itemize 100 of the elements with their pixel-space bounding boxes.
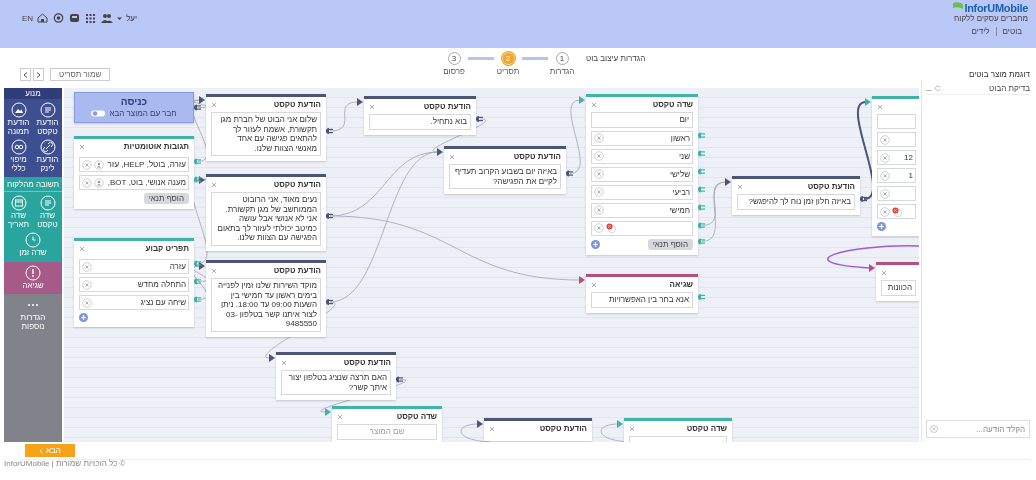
user-name[interactable]: יעל bbox=[126, 13, 138, 23]
input-arrow-icon[interactable] bbox=[269, 354, 275, 362]
alert-icon[interactable] bbox=[25, 264, 41, 281]
close-icon[interactable] bbox=[337, 413, 343, 420]
remove-icon[interactable] bbox=[880, 170, 890, 181]
input-arrow-icon[interactable] bbox=[437, 148, 443, 156]
input-arrow-icon[interactable] bbox=[477, 420, 483, 428]
nav-link[interactable]: לידים bbox=[965, 27, 997, 36]
remove-icon[interactable] bbox=[880, 206, 890, 217]
remove-icon[interactable] bbox=[594, 169, 604, 179]
building-icon[interactable] bbox=[69, 12, 82, 24]
add-condition-button[interactable]: הוסף תנאי bbox=[647, 238, 693, 250]
close-icon[interactable] bbox=[79, 143, 85, 150]
palette-item-label[interactable]: שגיאה bbox=[18, 281, 48, 290]
plus-icon[interactable] bbox=[591, 239, 600, 249]
close-icon[interactable] bbox=[211, 267, 217, 274]
option-row[interactable]: מענה אנושי, בוט, BOT, bbox=[79, 175, 189, 190]
option-row[interactable]: 1 bbox=[877, 168, 916, 183]
remove-icon[interactable] bbox=[594, 151, 604, 161]
close-icon[interactable] bbox=[369, 103, 375, 110]
input-field[interactable] bbox=[877, 114, 916, 129]
close-icon[interactable] bbox=[591, 281, 597, 288]
remove-icon[interactable] bbox=[82, 177, 92, 188]
refresh-icon[interactable] bbox=[935, 85, 941, 91]
option-row[interactable]: עזרה, בוטל, HELP, עזר bbox=[79, 157, 189, 172]
close-icon[interactable] bbox=[79, 245, 85, 252]
calendar-icon[interactable] bbox=[10, 195, 27, 211]
text-lines-icon[interactable] bbox=[39, 102, 56, 118]
loop-icon[interactable] bbox=[10, 139, 27, 155]
palette-item-label[interactable]: הודעת לינק bbox=[33, 156, 62, 173]
input-arrow-icon[interactable] bbox=[357, 98, 363, 106]
remove-icon[interactable] bbox=[594, 223, 604, 233]
close-icon[interactable] bbox=[211, 181, 217, 188]
palette-item-label[interactable]: הודעת טקסט bbox=[33, 119, 62, 136]
remove-icon[interactable] bbox=[594, 187, 604, 197]
plug-icon[interactable] bbox=[564, 170, 573, 177]
option-row[interactable]: שיחה עם נציג bbox=[79, 295, 189, 310]
option-row[interactable]: עזרה bbox=[79, 259, 189, 274]
remove-icon[interactable] bbox=[82, 261, 92, 272]
remove-icon[interactable] bbox=[880, 134, 890, 145]
caret-down-icon[interactable] bbox=[117, 15, 123, 21]
clock-icon[interactable] bbox=[25, 232, 41, 248]
remove-icon[interactable] bbox=[82, 159, 92, 170]
remove-icon[interactable] bbox=[880, 152, 890, 163]
add-condition-button[interactable]: הוסף תנאי bbox=[143, 193, 189, 204]
input-arrow-icon[interactable] bbox=[869, 264, 875, 272]
option-row[interactable]: 12 bbox=[877, 150, 916, 165]
option-row[interactable]: שני bbox=[591, 148, 693, 164]
link-icon[interactable] bbox=[39, 139, 56, 155]
plug-icon[interactable] bbox=[192, 104, 201, 111]
language-link[interactable]: EN bbox=[22, 13, 34, 23]
plus-icon[interactable] bbox=[79, 313, 88, 322]
input-arrow-icon[interactable] bbox=[199, 96, 205, 104]
save-script-button[interactable]: שמור תסריט bbox=[50, 68, 111, 81]
close-icon[interactable] bbox=[737, 183, 743, 190]
input-arrow-icon[interactable] bbox=[325, 408, 331, 416]
close-icon[interactable] bbox=[629, 425, 635, 432]
close-icon[interactable] bbox=[211, 101, 217, 108]
input-arrow-icon[interactable] bbox=[617, 420, 623, 428]
remove-icon[interactable] bbox=[880, 188, 890, 199]
nav-link[interactable]: בוטים bbox=[996, 27, 1028, 36]
step-circle[interactable]: 1 bbox=[555, 52, 569, 65]
grid-icon[interactable] bbox=[85, 12, 98, 24]
remove-icon[interactable] bbox=[594, 205, 604, 215]
attach-icon[interactable] bbox=[930, 425, 938, 433]
option-row[interactable]: חמישי bbox=[591, 202, 693, 218]
input-arrow-icon[interactable] bbox=[579, 96, 585, 104]
option-row[interactable] bbox=[591, 220, 693, 236]
plus-icon[interactable] bbox=[877, 222, 886, 231]
close-icon[interactable] bbox=[591, 101, 597, 108]
settings-icon[interactable] bbox=[53, 12, 66, 24]
next-button[interactable] bbox=[33, 68, 44, 81]
plug-icon[interactable] bbox=[192, 176, 201, 183]
palette-item-label[interactable]: מיפוי כללי bbox=[4, 156, 33, 173]
input-field[interactable]: יום bbox=[591, 112, 693, 128]
option-row[interactable]: רביעי bbox=[591, 184, 693, 200]
home-icon[interactable] bbox=[37, 12, 50, 24]
option-row[interactable]: ראשון bbox=[591, 130, 693, 146]
plug-icon[interactable] bbox=[192, 260, 201, 267]
image-icon[interactable] bbox=[10, 102, 27, 118]
message-input[interactable]: הקלד הודעה... bbox=[926, 420, 1030, 438]
close-icon[interactable] bbox=[281, 359, 287, 366]
step-circle[interactable]: 3 bbox=[447, 52, 461, 65]
option-row[interactable]: התחלה מחדש bbox=[79, 277, 189, 292]
people-icon[interactable] bbox=[101, 12, 114, 24]
plug-icon[interactable] bbox=[394, 376, 403, 383]
previous-button[interactable] bbox=[20, 68, 31, 81]
close-icon[interactable] bbox=[449, 153, 455, 160]
option-row[interactable] bbox=[877, 204, 916, 219]
option-row[interactable]: שלישי bbox=[591, 166, 693, 182]
input-arrow-icon[interactable] bbox=[865, 98, 871, 106]
close-icon[interactable] bbox=[489, 425, 495, 432]
input-arrow-icon[interactable] bbox=[579, 276, 585, 284]
remove-icon[interactable] bbox=[82, 279, 92, 290]
remove-icon[interactable] bbox=[594, 133, 604, 143]
text-lines-icon[interactable] bbox=[39, 195, 56, 211]
input-arrow-icon[interactable] bbox=[725, 178, 731, 186]
close-icon[interactable] bbox=[881, 269, 887, 276]
remove-icon[interactable] bbox=[82, 297, 92, 308]
palette-item-label[interactable]: הגדרות נוספות bbox=[18, 314, 48, 331]
